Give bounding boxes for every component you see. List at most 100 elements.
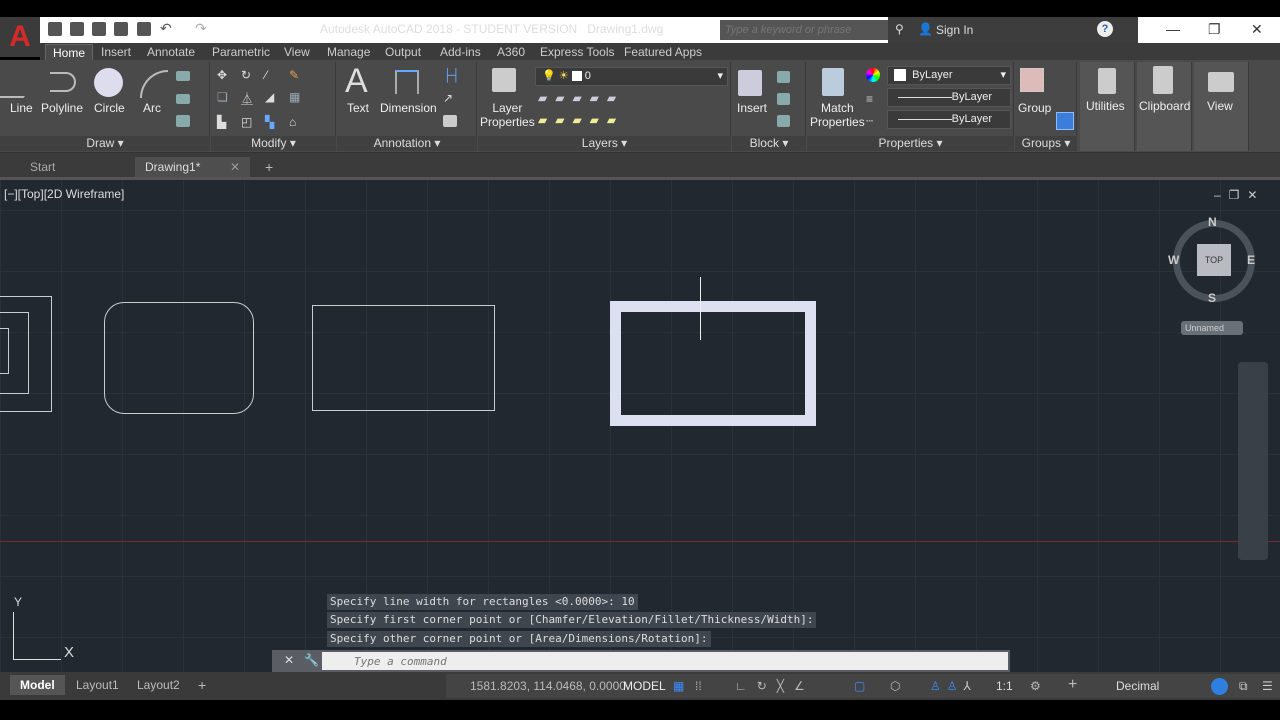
selection-cycling-icon[interactable]: ▢ <box>854 679 865 693</box>
table-icon[interactable] <box>443 115 457 127</box>
tab-home[interactable]: Home <box>45 44 94 60</box>
array-3d-icon[interactable]: ▦ <box>289 90 313 107</box>
annotation-scale[interactable]: 1:1 <box>996 679 1013 693</box>
dimension-button[interactable]: Dimension <box>380 101 437 115</box>
create-block-icon[interactable] <box>777 71 790 83</box>
group-button[interactable]: Group <box>1018 101 1051 115</box>
annotation-visibility-icons[interactable]: ♙♙⅄ <box>930 679 977 693</box>
copy-icon[interactable]: ❏ <box>217 90 241 107</box>
groups-panel-title[interactable]: Groups ▾ <box>1015 136 1077 151</box>
viewport-controls-label[interactable]: [−][Top][2D Wireframe] <box>4 187 124 201</box>
customize-icon[interactable]: 🔧 <box>304 653 319 667</box>
circle-button[interactable]: Circle <box>94 101 125 115</box>
new-icon[interactable] <box>48 22 62 36</box>
tab-featured-apps[interactable]: Featured Apps <box>617 44 709 60</box>
viewcube-top-face[interactable]: TOP <box>1197 244 1231 276</box>
mirror-icon[interactable]: ⏅ <box>241 90 265 107</box>
binoculars-icon[interactable]: ⚲ <box>895 22 904 36</box>
3d-osnap-icon[interactable]: ⬡ <box>890 679 900 693</box>
compass-west[interactable]: W <box>1168 253 1179 267</box>
polyline-button[interactable]: Polyline <box>41 101 83 115</box>
annotation-monitor-icon[interactable]: + <box>1068 676 1077 694</box>
search-input[interactable] <box>720 20 888 40</box>
rectangle-shape[interactable] <box>312 305 495 411</box>
view-button[interactable]: View <box>1207 99 1233 113</box>
properties-panel-title[interactable]: Properties ▾ <box>807 136 1014 151</box>
close-tab-icon[interactable]: ✕ <box>230 157 240 177</box>
edit-attributes-icon[interactable] <box>777 115 790 127</box>
boundary-icon[interactable] <box>176 115 190 127</box>
tab-express-tools[interactable]: Express Tools <box>533 44 621 60</box>
utilities-button[interactable]: Utilities <box>1086 99 1125 113</box>
new-tab-button[interactable]: + <box>255 157 283 177</box>
tab-add-ins[interactable]: Add-ins <box>433 44 488 60</box>
linear-dimension-icon[interactable]: ├┤ <box>443 68 460 82</box>
file-tab-start[interactable]: Start <box>20 157 65 177</box>
layer-properties-button[interactable]: Layer Properties <box>480 101 535 129</box>
compass-north[interactable]: N <box>1208 215 1217 229</box>
ucs-menu[interactable]: Unnamed <box>1181 321 1243 335</box>
viewport-window-controls[interactable]: –❐✕ <box>1214 188 1266 202</box>
drafting-toggles[interactable]: ∟↻╳∠ <box>735 679 815 693</box>
layout-tab-layout1[interactable]: Layout1 <box>66 675 129 695</box>
layer-dropdown[interactable]: 💡 ☀ 0 ▾ <box>535 67 728 86</box>
stretch-icon[interactable]: ▙ <box>217 115 241 129</box>
wide-rectangle-preview[interactable] <box>610 301 816 426</box>
tab-a360[interactable]: A360 <box>490 44 532 60</box>
trim-icon[interactable]: ⁄ <box>265 68 289 82</box>
restore-button[interactable]: ❐ <box>1208 21 1221 38</box>
redo-icon[interactable]: ↷ <box>195 20 207 37</box>
layer-tools-row-2[interactable]: ▰▰▰▰▰ <box>538 113 624 127</box>
grid-toggle-icon[interactable]: ▦ <box>673 679 684 693</box>
offset-icon[interactable]: ⌂ <box>289 115 313 129</box>
model-space-button[interactable]: MODEL <box>623 679 666 693</box>
text-button[interactable]: Text <box>347 101 369 115</box>
block-panel-title[interactable]: Block ▾ <box>732 136 806 151</box>
coordinates-readout[interactable]: 1581.8203, 114.0468, 0.0000 <box>470 679 626 693</box>
layout-tab-model[interactable]: Model <box>10 675 65 695</box>
lineweight-dropdown[interactable]: ByLayer <box>887 110 1011 129</box>
layout-tab-layout2[interactable]: Layout2 <box>127 675 190 695</box>
insert-button[interactable]: Insert <box>737 101 767 115</box>
units-dropdown[interactable]: Decimal <box>1116 679 1159 693</box>
layer-tools-row-1[interactable]: ▰▰▰▰▰ <box>538 91 624 105</box>
tab-manage[interactable]: Manage <box>320 44 377 60</box>
tab-view[interactable]: View <box>277 44 317 60</box>
snap-toggle-icon[interactable]: ⁞⁞ <box>695 679 702 693</box>
application-menu-button[interactable]: A <box>0 17 40 57</box>
array-icon[interactable]: ▚ <box>265 115 289 129</box>
tab-insert[interactable]: Insert <box>94 44 138 60</box>
help-icon[interactable]: ? <box>1097 21 1113 37</box>
fillet-icon[interactable]: ◢ <box>265 90 289 107</box>
rotate-icon[interactable]: ↻ <box>241 68 265 82</box>
layers-panel-title[interactable]: Layers ▾ <box>478 136 731 151</box>
annotation-panel-title[interactable]: Annotation ▾ <box>337 136 477 151</box>
minimize-button[interactable]: — <box>1166 21 1180 37</box>
match-properties-button[interactable]: Match Properties <box>810 101 865 129</box>
isolate-objects-icon[interactable] <box>1211 678 1228 695</box>
modify-panel-title[interactable]: Modify ▾ <box>211 136 336 151</box>
save-as-icon[interactable] <box>114 22 128 36</box>
sign-in-button[interactable]: Sign In <box>936 23 973 37</box>
customization-menu-icon[interactable]: ☰ <box>1262 679 1273 693</box>
fullscreen-icon[interactable]: ⧉ <box>1239 679 1248 694</box>
save-icon[interactable] <box>92 22 106 36</box>
leader-icon[interactable]: ↗ <box>443 91 453 105</box>
user-icon[interactable]: 👤 <box>918 22 933 36</box>
color-dropdown[interactable]: ByLayer ▾ <box>887 66 1011 85</box>
open-icon[interactable] <box>70 22 84 36</box>
arc-button[interactable]: Arc <box>143 101 161 115</box>
clipboard-button[interactable]: Clipboard <box>1139 99 1190 113</box>
compass-east[interactable]: E <box>1247 253 1255 267</box>
hatch-icon[interactable] <box>176 94 190 104</box>
close-command-line-icon[interactable]: ✕ <box>284 653 294 667</box>
rectangle-icon[interactable] <box>176 71 190 81</box>
file-tab-drawing1[interactable]: Drawing1* ✕ <box>135 157 250 177</box>
close-button[interactable]: ✕ <box>1251 21 1263 38</box>
tab-annotate[interactable]: Annotate <box>140 44 202 60</box>
group-selection-toggle[interactable] <box>1056 112 1074 130</box>
linetype-dropdown[interactable]: ByLayer <box>887 88 1011 107</box>
compass-south[interactable]: S <box>1208 291 1216 305</box>
rectangle-shape[interactable] <box>0 328 9 374</box>
workspace-gear-icon[interactable]: ⚙ <box>1030 679 1041 693</box>
